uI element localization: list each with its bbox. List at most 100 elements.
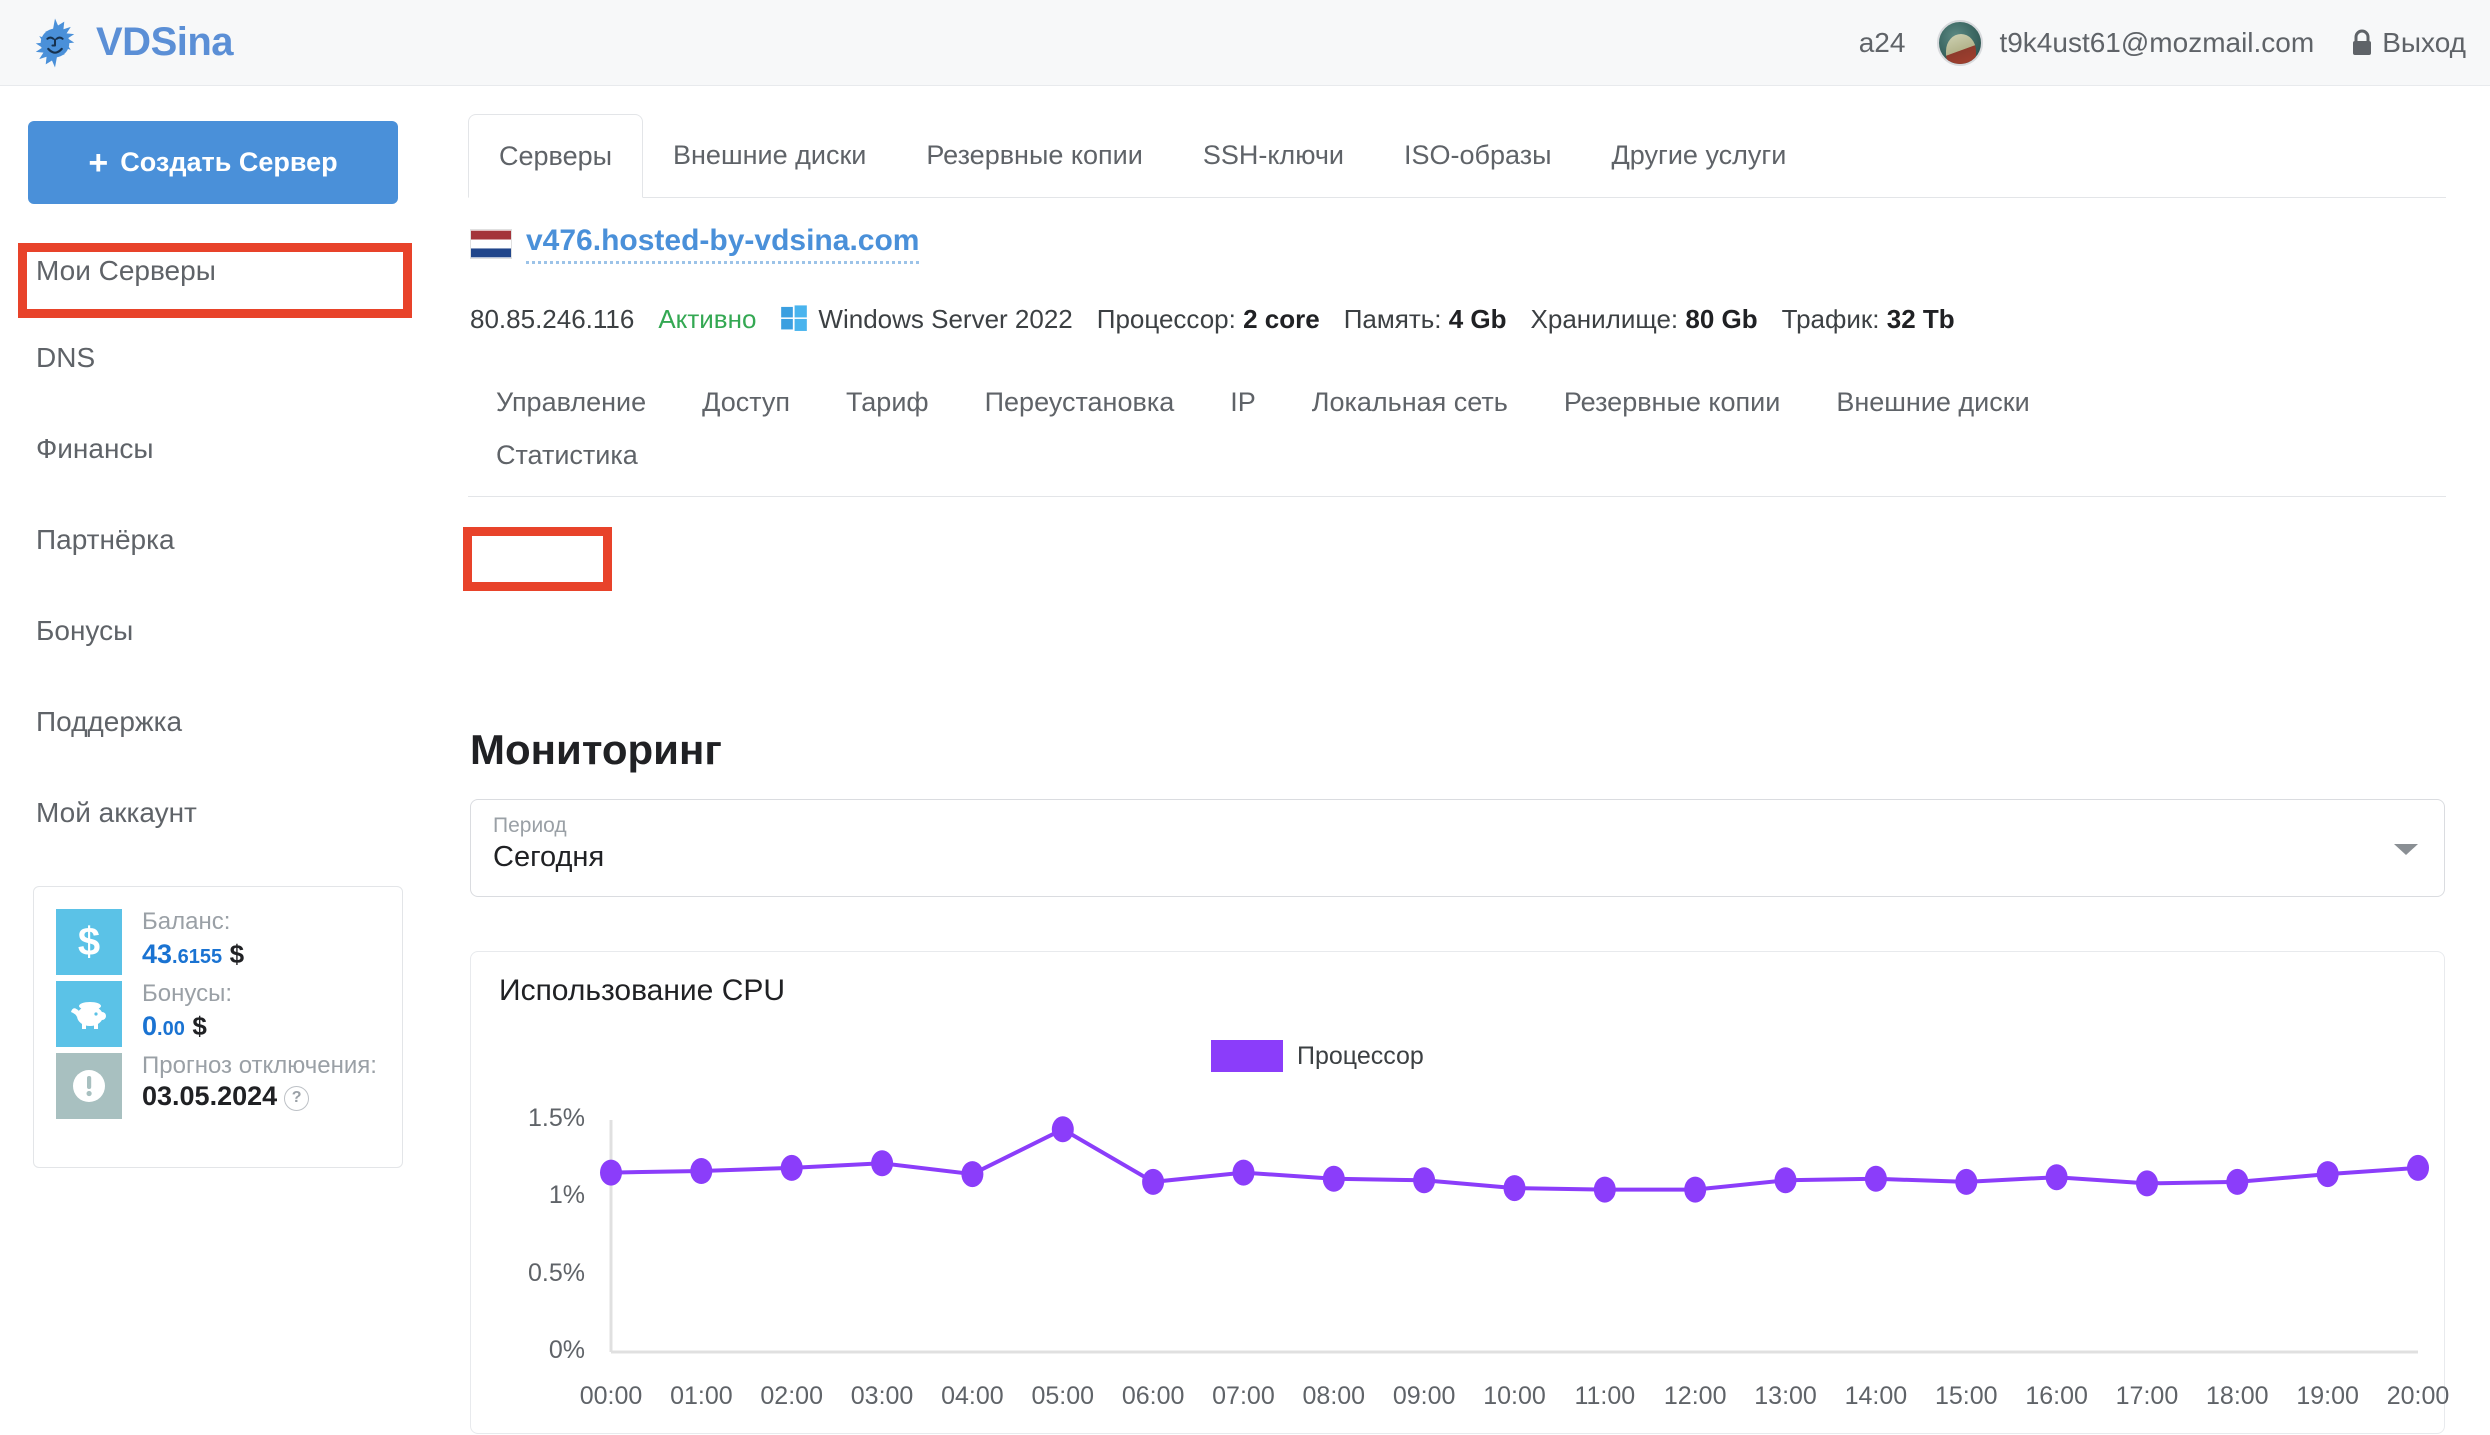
sidebar-item-bonuses[interactable]: Бонусы (0, 585, 440, 676)
x-axis-tick: 18:00 (2206, 1382, 2269, 1410)
bonus-frac: .00 (157, 1017, 185, 1040)
sidebar-item-partners[interactable]: Партнёрка (0, 494, 440, 585)
x-axis-tick: 19:00 (2296, 1382, 2359, 1410)
tab-servers[interactable]: Серверы (468, 114, 644, 198)
create-server-label: Создать Сервер (120, 147, 338, 177)
sidebar-item-my-account[interactable]: Мой аккаунт (0, 767, 440, 858)
top-tabs: Серверы Внешние диски Резервные копии SS… (468, 114, 2446, 198)
traffic-label: Трафик: (1781, 304, 1880, 334)
balance-card: $ Баланс: 43.6155 $ Бонусы: 0.00 $ Прогн… (33, 886, 403, 1168)
netherlands-flag-icon (470, 229, 512, 259)
period-select[interactable]: Период Сегодня (470, 799, 2445, 897)
x-axis-tick: 02:00 (760, 1382, 823, 1410)
sidebar-nav: Мои Серверы DNS Финансы Партнёрка Бонусы… (0, 230, 440, 858)
server-traffic: Трафик: 32 Tb (1782, 304, 1955, 335)
balance-frac: .6155 (172, 945, 223, 968)
bonus-currency: $ (192, 1010, 207, 1041)
sidebar-item-dns[interactable]: DNS (0, 312, 440, 403)
create-server-button[interactable]: + Создать Сервер (28, 121, 398, 204)
tab-backups[interactable]: Резервные копии (896, 113, 1172, 197)
tab-label: Другие услуги (1611, 139, 1787, 170)
balance-label: Баланс: (142, 908, 231, 935)
subtab-statistics[interactable]: Статистика (468, 414, 666, 497)
period-value: Сегодня (493, 841, 605, 874)
tab-other-services[interactable]: Другие услуги (1582, 113, 1817, 197)
cpu-label: Процессор: (1096, 304, 1236, 334)
tab-iso-images[interactable]: ISO-образы (1374, 113, 1582, 197)
cpu-line-plot: 0% 0.5% 1% 1.5% 00:00 01:00 02:00 03:00 04:00 05:… (471, 952, 2449, 1435)
sidebar-item-label: Партнёрка (36, 523, 175, 555)
tab-label: Внешние диски (673, 139, 867, 170)
exclamation-icon (56, 1053, 122, 1119)
x-axis-tick: 06:00 (1121, 1382, 1185, 1410)
server-storage: Хранилище: 80 Gb (1531, 304, 1758, 335)
x-axis-tick: 16:00 (2025, 1382, 2088, 1410)
cpu-chart-card: Использование CPU Процессор 0% 0.5% 1% 1.5%… (470, 951, 2449, 1435)
period-label: Период (493, 814, 567, 837)
tab-label: SSH-ключи (1202, 139, 1344, 170)
page-title: Мониторинг (470, 726, 722, 773)
sidebar-item-support[interactable]: Поддержка (0, 676, 440, 767)
balance-int: 43 (142, 938, 173, 969)
x-axis-tick: 15:00 (1934, 1382, 1998, 1410)
bonus-value: 0.00 $ (142, 1011, 232, 1041)
balance-value: 43.6155 $ (142, 939, 244, 969)
sidebar-item-my-servers[interactable]: Мои Серверы (0, 230, 440, 312)
bonus-int: 0 (142, 1010, 158, 1041)
server-hostname-link[interactable]: v476.hosted-by-vdsina.com (526, 224, 920, 264)
sidebar-item-label: Поддержка (36, 705, 183, 737)
tab-ssh-keys[interactable]: SSH-ключи (1173, 113, 1374, 197)
forecast-row: Прогноз отключения: 03.05.2024? (34, 1053, 402, 1119)
dollar-icon: $ (56, 909, 122, 975)
account-label[interactable]: a24 (1859, 27, 1906, 59)
server-sub-tabs-row2: Статистика (468, 414, 2446, 497)
tab-label: Резервные копии (926, 139, 1143, 170)
logo[interactable]: VDSina (28, 16, 234, 70)
x-axis-tick: 10:00 (1483, 1382, 1546, 1410)
x-axis-tick: 05:00 (1031, 1382, 1095, 1410)
chevron-down-icon[interactable] (2394, 844, 2418, 855)
server-os-label: Windows Server 2022 (818, 304, 1073, 334)
ram-label: Память: (1343, 304, 1442, 334)
forecast-value: 03.05.2024? (142, 1081, 377, 1111)
storage-value: 80 Gb (1685, 304, 1758, 334)
tab-external-disks[interactable]: Внешние диски (643, 113, 896, 197)
y-axis-tick: 1.5% (528, 1104, 585, 1132)
status-badge: Активно (658, 304, 757, 334)
help-icon[interactable]: ? (284, 1085, 310, 1111)
x-axis-tick: 09:00 (1392, 1382, 1456, 1410)
avatar[interactable] (1937, 19, 1984, 66)
forecast-label: Прогноз отключения: (142, 1052, 377, 1079)
header-right: a24 t9k4ust61@mozmail.com Выход (1859, 19, 2466, 66)
plus-icon: + (88, 143, 109, 182)
x-axis-tick: 03:00 (850, 1382, 914, 1410)
sidebar-item-label: Финансы (36, 432, 154, 464)
x-axis-tick: 00:00 (579, 1382, 643, 1410)
sidebar-item-label: DNS (36, 341, 96, 373)
storage-label: Хранилище: (1530, 304, 1679, 334)
user-email[interactable]: t9k4ust61@mozmail.com (1999, 27, 2314, 59)
sidebar: + Создать Сервер Мои Серверы DNS Финансы… (0, 86, 440, 1414)
server-hostname-row: v476.hosted-by-vdsina.com (470, 224, 920, 264)
x-axis-tick: 01:00 (670, 1382, 733, 1410)
subtab-label: Статистика (496, 439, 638, 470)
forecast-date: 03.05.2024 (142, 1081, 278, 1112)
server-ram: Память: 4 Gb (1344, 304, 1507, 335)
piggy-bank-icon (56, 981, 122, 1047)
main-content: Серверы Внешние диски Резервные копии SS… (440, 86, 2490, 1434)
bonus-label: Бонусы: (142, 980, 232, 1007)
app-header: VDSina a24 t9k4ust61@mozmail.com Выход (0, 0, 2490, 86)
server-ip: 80.85.246.116 (470, 304, 635, 334)
x-axis-tick: 11:00 (1574, 1382, 1636, 1410)
tab-label: Серверы (499, 140, 613, 171)
y-axis-tick: 0% (548, 1336, 585, 1364)
bonus-row: Бонусы: 0.00 $ (34, 980, 402, 1047)
lock-icon (2350, 29, 2382, 57)
server-os: Windows Server 2022 (780, 304, 1073, 335)
logout-link[interactable]: Выход (2382, 27, 2466, 59)
sidebar-item-finances[interactable]: Финансы (0, 403, 440, 494)
balance-currency: $ (229, 938, 245, 969)
traffic-value: 32 Tb (1886, 304, 1955, 334)
logo-text: VDSina (96, 20, 234, 64)
x-axis-tick: 17:00 (2115, 1382, 2179, 1410)
